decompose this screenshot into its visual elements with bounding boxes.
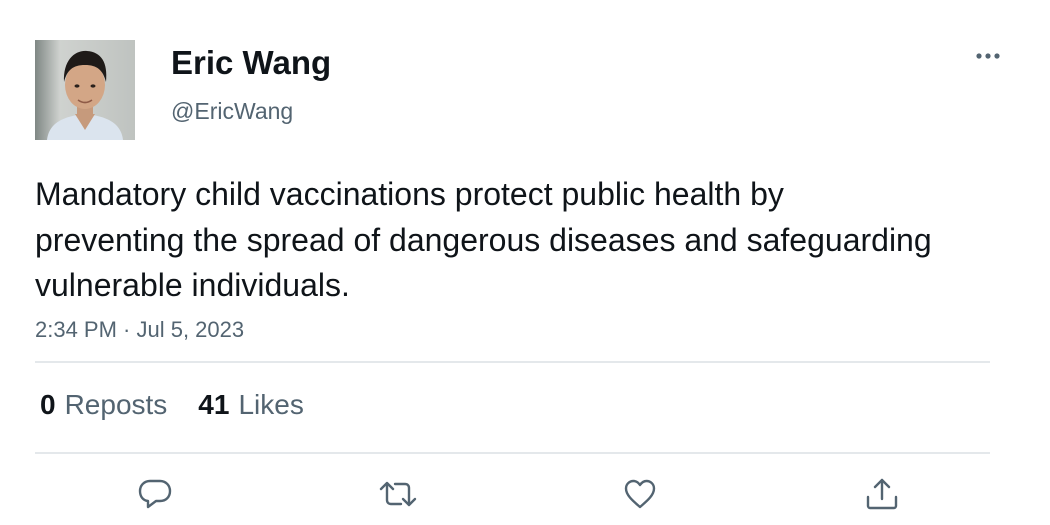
reposts-count: 0: [40, 389, 56, 420]
author-display-name[interactable]: Eric Wang: [171, 44, 331, 82]
likes-stat[interactable]: 41 Likes: [198, 388, 304, 422]
divider: [35, 361, 990, 363]
heart-icon: [624, 479, 656, 509]
likes-count: 41: [198, 389, 230, 420]
tweet-text: Mandatory child vaccinations protect pub…: [35, 176, 932, 303]
ellipsis-icon: [976, 53, 1000, 59]
like-button[interactable]: [620, 474, 660, 514]
repost-button[interactable]: [378, 474, 418, 514]
avatar-photo: [35, 40, 135, 140]
reposts-label: Reposts: [64, 389, 168, 420]
speech-bubble-icon: [138, 479, 172, 509]
more-options-button[interactable]: [968, 44, 1008, 68]
reply-button[interactable]: [135, 474, 175, 514]
avatar[interactable]: [35, 40, 135, 140]
tweet-timestamp[interactable]: 2:34 PM · Jul 5, 2023: [35, 316, 244, 344]
reposts-stat[interactable]: 0 Reposts: [40, 388, 167, 422]
repost-arrows-icon: [379, 481, 417, 507]
divider: [35, 452, 990, 454]
tweet-stats: 0 Reposts 41 Likes: [40, 388, 304, 422]
likes-label: Likes: [238, 389, 304, 420]
share-upload-icon: [866, 478, 898, 510]
share-button[interactable]: [862, 474, 902, 514]
author-handle[interactable]: @EricWang: [171, 97, 293, 125]
